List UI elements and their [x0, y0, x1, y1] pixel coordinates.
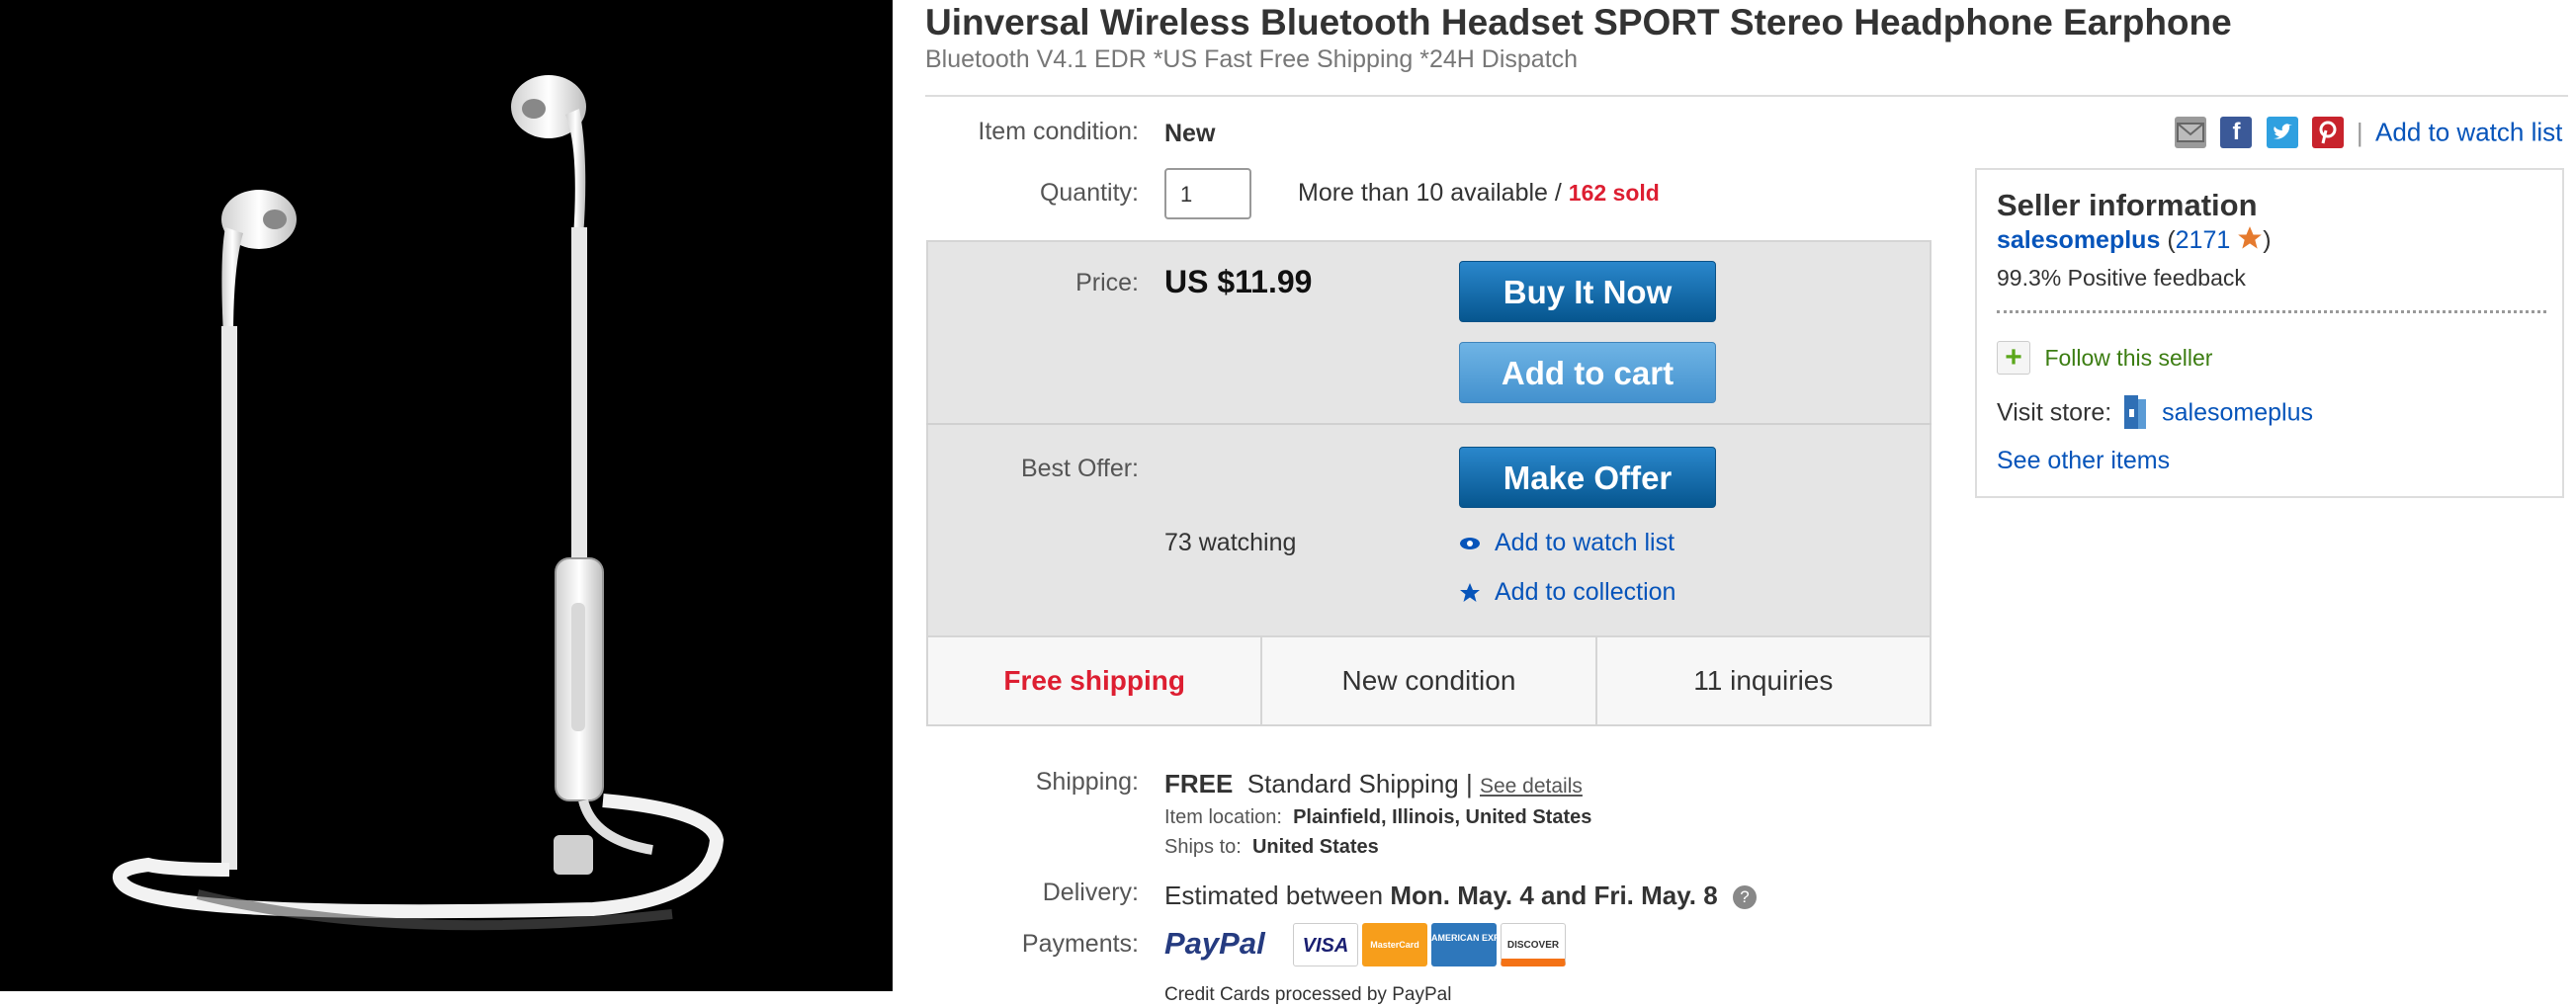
- quantity-input[interactable]: 1: [1164, 168, 1251, 219]
- pinterest-icon[interactable]: [2312, 117, 2345, 148]
- available-text: More than 10 available /: [1298, 179, 1569, 207]
- condition-label: Item condition:: [978, 118, 1139, 145]
- delivery-prefix: Estimated between: [1164, 881, 1391, 910]
- ships-to-label: Ships to:: [1164, 836, 1242, 858]
- follow-seller[interactable]: + Follow this seller: [1997, 341, 2212, 375]
- shipping-summary: FREE Standard Shipping | See details: [1164, 769, 1583, 799]
- item-location-label: Item location:: [1164, 806, 1282, 828]
- delivery-estimate: Estimated between Mon. May. 4 and Fri. M…: [1164, 881, 1757, 911]
- shipping-method: Standard Shipping: [1246, 769, 1459, 798]
- new-condition-badge: New condition: [1262, 637, 1597, 724]
- discover-logo: DISCOVER: [1501, 923, 1566, 966]
- seller-heading: Seller information: [1997, 188, 2258, 222]
- help-icon[interactable]: ?: [1732, 885, 1757, 910]
- see-other-items-link[interactable]: See other items: [1997, 447, 2170, 475]
- item-highlights: Free shipping New condition 11 inquiries: [928, 635, 1930, 724]
- store-link[interactable]: salesomeplus: [2162, 399, 2313, 427]
- twitter-icon[interactable]: [2266, 117, 2298, 148]
- payments-note: Credit Cards processed by PayPal: [1164, 984, 1452, 1005]
- shipping-pipe: |: [1465, 769, 1473, 798]
- shipping-label: Shipping:: [1035, 768, 1139, 796]
- star-icon: [1460, 582, 1480, 602]
- free-shipping-badge: Free shipping: [928, 637, 1263, 724]
- share-bar: f | Add to watch list: [2175, 117, 2562, 148]
- product-subtitle: Bluetooth V4.1 EDR *US Fast Free Shippin…: [925, 45, 1579, 73]
- product-title: Uinversal Wireless Bluetooth Headset SPO…: [925, 2, 2232, 42]
- quantity-availability: More than 10 available / 162 sold: [1298, 179, 1660, 208]
- item-location-value: Plainfield, Illinois, United States: [1293, 806, 1592, 828]
- ships-to-value: United States: [1251, 836, 1379, 858]
- sold-count[interactable]: 162 sold: [1569, 180, 1660, 206]
- feedback-score-link[interactable]: 2171: [2176, 226, 2231, 254]
- price-value: US $11.99: [1164, 264, 1313, 299]
- ships-to: Ships to: United States: [1164, 836, 1379, 859]
- paypal-logo: PayPal: [1164, 926, 1265, 961]
- visa-logo: VISA: [1293, 923, 1358, 966]
- seller-name-link[interactable]: salesomeplus: [1997, 226, 2160, 254]
- add-to-collection-link[interactable]: Add to collection: [1495, 578, 1675, 606]
- shipping-free: FREE: [1164, 769, 1234, 798]
- watching-count: 73 watching: [1164, 529, 1297, 556]
- add-to-watch-list-link[interactable]: Add to watch list: [1495, 529, 1674, 556]
- quantity-label: Quantity:: [1039, 179, 1139, 207]
- score-open: (: [2167, 226, 2176, 254]
- facebook-icon[interactable]: f: [2220, 117, 2253, 148]
- seller-identity: salesomeplus (2171 ): [1997, 225, 2272, 255]
- price-offer-divider: [926, 423, 1932, 425]
- item-location: Item location: Plainfield, Illinois, Uni…: [1164, 806, 1591, 829]
- plus-icon: +: [1997, 341, 2030, 375]
- score-close: ): [2263, 226, 2272, 254]
- payments-label: Payments:: [1021, 930, 1139, 958]
- price-label: Price:: [1075, 269, 1139, 296]
- seller-divider: [1997, 310, 2546, 313]
- make-offer-button[interactable]: Make Offer: [1459, 447, 1716, 508]
- product-image[interactable]: [0, 0, 893, 991]
- buy-it-now-button[interactable]: Buy It Now: [1459, 261, 1716, 322]
- header-add-watch-link[interactable]: Add to watch list: [2375, 118, 2562, 147]
- eye-icon: [1460, 537, 1480, 549]
- inquiries-count[interactable]: 11 inquiries: [1597, 637, 1930, 724]
- email-icon[interactable]: [2175, 117, 2206, 148]
- visit-store-label: Visit store:: [1997, 398, 2112, 427]
- amex-logo: AMERICAN EXPRESS: [1431, 923, 1524, 966]
- feedback-star-icon: [2238, 226, 2263, 249]
- best-offer-label: Best Offer:: [1020, 455, 1139, 482]
- title-divider: [925, 95, 2568, 97]
- offer-add-collection[interactable]: Add to collection: [1459, 578, 1675, 607]
- card-logos: VISA MasterCardAMERICAN EXPRESSDISCOVER: [1293, 923, 1570, 966]
- share-separator: |: [2356, 117, 2363, 147]
- delivery-dates: Mon. May. 4 and Fri. May. 8: [1390, 881, 1718, 910]
- mastercard-logo: MasterCard: [1362, 923, 1427, 966]
- add-to-cart-button[interactable]: Add to cart: [1459, 342, 1716, 403]
- earphone-image: [113, 75, 725, 931]
- store-icon: [2123, 395, 2146, 429]
- delivery-label: Delivery:: [1042, 879, 1139, 906]
- positive-feedback: 99.3% Positive feedback: [1997, 265, 2246, 291]
- visit-store: Visit store: salesomeplus: [1997, 393, 2313, 433]
- follow-seller-link[interactable]: Follow this seller: [2044, 345, 2212, 371]
- offer-add-watch[interactable]: Add to watch list: [1459, 529, 1674, 557]
- see-details-link[interactable]: See details: [1480, 775, 1583, 798]
- condition-value: New: [1164, 120, 1216, 147]
